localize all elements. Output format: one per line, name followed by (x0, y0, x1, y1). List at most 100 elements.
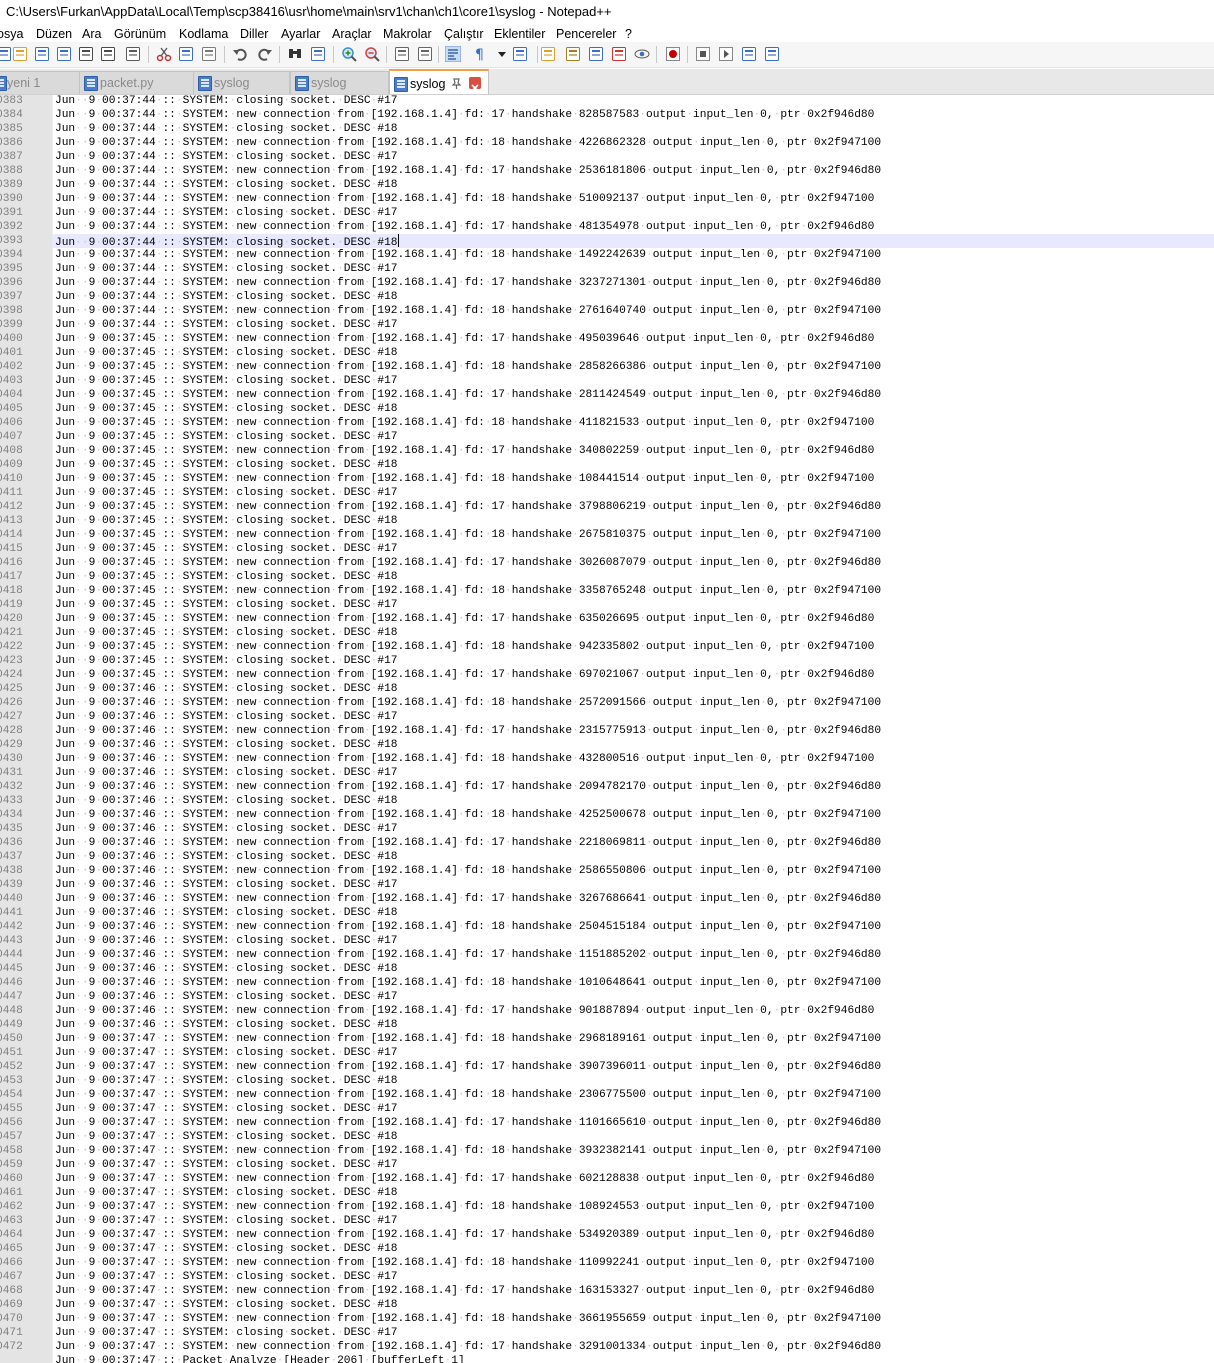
menu-item[interactable]: ? (625, 25, 632, 43)
editor-line[interactable]: 0444Jun··9·00:37:46·::·SYSTEM:·new·conne… (0, 948, 1214, 962)
editor-line[interactable]: 0405Jun··9·00:37:45·::·SYSTEM:·closing·s… (0, 402, 1214, 416)
menu-item[interactable]: Eklentiler (494, 25, 545, 43)
editor-line[interactable]: 0462Jun··9·00:37:47·::·SYSTEM:·new·conne… (0, 1200, 1214, 1214)
editor-line[interactable]: 0424Jun··9·00:37:45·::·SYSTEM:·new·conne… (0, 668, 1214, 682)
editor-line[interactable]: 0385Jun··9·00:37:44·::·SYSTEM:·closing·s… (0, 122, 1214, 136)
editor-line[interactable]: 0409Jun··9·00:37:45·::·SYSTEM:·closing·s… (0, 458, 1214, 472)
menu-item[interactable]: Görünüm (114, 25, 166, 43)
editor-line[interactable]: 0403Jun··9·00:37:45·::·SYSTEM:·closing·s… (0, 374, 1214, 388)
menu-item[interactable]: Pencereler (556, 25, 616, 43)
editor-line[interactable]: 0447Jun··9·00:37:46·::·SYSTEM:·closing·s… (0, 990, 1214, 1004)
monitor-icon[interactable] (634, 46, 650, 62)
editor-line[interactable]: 0472Jun··9·00:37:47·::·SYSTEM:·new·conne… (0, 1340, 1214, 1354)
zoom-out-icon[interactable] (364, 46, 380, 62)
editor-line[interactable]: 0425Jun··9·00:37:46·::·SYSTEM:·closing·s… (0, 682, 1214, 696)
menu-item[interactable]: Makrolar (383, 25, 432, 43)
editor-line[interactable]: 0404Jun··9·00:37:45·::·SYSTEM:·new·conne… (0, 388, 1214, 402)
tab-4[interactable]: syslog (290, 71, 389, 94)
editor-line[interactable]: 0400Jun··9·00:37:45·::·SYSTEM:·new·conne… (0, 332, 1214, 346)
cut-icon[interactable] (156, 46, 172, 62)
editor-line[interactable]: 0414Jun··9·00:37:45·::·SYSTEM:·new·conne… (0, 528, 1214, 542)
editor-line[interactable]: 0436Jun··9·00:37:46·::·SYSTEM:·new·conne… (0, 836, 1214, 850)
editor-line[interactable]: 0394Jun··9·00:37:44·::·SYSTEM:·new·conne… (0, 248, 1214, 262)
stop-macro-icon[interactable] (695, 46, 711, 62)
editor-line[interactable]: 0448Jun··9·00:37:46·::·SYSTEM:·new·conne… (0, 1004, 1214, 1018)
editor-line[interactable]: 0465Jun··9·00:37:47·::·SYSTEM:·closing·s… (0, 1242, 1214, 1256)
editor-line[interactable]: 0458Jun··9·00:37:47·::·SYSTEM:·new·conne… (0, 1144, 1214, 1158)
editor-line[interactable]: 0443Jun··9·00:37:46·::·SYSTEM:·closing·s… (0, 934, 1214, 948)
editor-line[interactable]: 0407Jun··9·00:37:45·::·SYSTEM:·closing·s… (0, 430, 1214, 444)
menu-item[interactable]: Ara (82, 25, 101, 43)
menu-item[interactable]: osya (0, 25, 23, 43)
editor-line[interactable]: 0430Jun··9·00:37:46·::·SYSTEM:·new·conne… (0, 752, 1214, 766)
function-list-icon[interactable] (588, 46, 604, 62)
editor-line[interactable]: 0423Jun··9·00:37:45·::·SYSTEM:·closing·s… (0, 654, 1214, 668)
editor[interactable]: 0383Jun··9·00:37:44·::·SYSTEM:·closing·s… (0, 95, 1214, 1363)
editor-line[interactable]: 0391Jun··9·00:37:44·::·SYSTEM:·closing·s… (0, 206, 1214, 220)
editor-line[interactable]: 0434Jun··9·00:37:46·::·SYSTEM:·new·conne… (0, 808, 1214, 822)
editor-line-partial[interactable]: Jun··9·00:37:47·::·Packet·Analyze·[Heade… (0, 1354, 1214, 1363)
close-all-icon[interactable] (100, 46, 116, 62)
editor-line[interactable]: 0387Jun··9·00:37:44·::·SYSTEM:·closing·s… (0, 150, 1214, 164)
map-icon[interactable] (565, 46, 581, 62)
play-macro-icon[interactable] (718, 46, 734, 62)
editor-line[interactable]: 0410Jun··9·00:37:45·::·SYSTEM:·new·conne… (0, 472, 1214, 486)
editor-line[interactable]: 0426Jun··9·00:37:46·::·SYSTEM:·new·conne… (0, 696, 1214, 710)
print-icon[interactable] (125, 46, 141, 62)
tab-5[interactable]: syslog (389, 69, 489, 94)
editor-line[interactable]: 0437Jun··9·00:37:46·::·SYSTEM:·closing·s… (0, 850, 1214, 864)
editor-line[interactable]: 0397Jun··9·00:37:44·::·SYSTEM:·closing·s… (0, 290, 1214, 304)
editor-line[interactable]: 0433Jun··9·00:37:46·::·SYSTEM:·closing·s… (0, 794, 1214, 808)
undo-icon[interactable] (232, 46, 248, 62)
sync-v-icon[interactable] (394, 46, 410, 62)
editor-line[interactable]: 0389Jun··9·00:37:44·::·SYSTEM:·closing·s… (0, 178, 1214, 192)
editor-line[interactable]: 0460Jun··9·00:37:47·::·SYSTEM:·new·conne… (0, 1172, 1214, 1186)
editor-line[interactable]: 0451Jun··9·00:37:47·::·SYSTEM:·closing·s… (0, 1046, 1214, 1060)
menu-item[interactable]: Diller (240, 25, 268, 43)
editor-line[interactable]: 0440Jun··9·00:37:46·::·SYSTEM:·new·conne… (0, 892, 1214, 906)
editor-line[interactable]: 0415Jun··9·00:37:45·::·SYSTEM:·closing·s… (0, 542, 1214, 556)
editor-line[interactable]: 0463Jun··9·00:37:47·::·SYSTEM:·closing·s… (0, 1214, 1214, 1228)
editor-line[interactable]: 0429Jun··9·00:37:46·::·SYSTEM:·closing·s… (0, 738, 1214, 752)
editor-line[interactable]: 0413Jun··9·00:37:45·::·SYSTEM:·closing·s… (0, 514, 1214, 528)
editor-line[interactable]: 0386Jun··9·00:37:44·::·SYSTEM:·new·conne… (0, 136, 1214, 150)
save-icon[interactable] (34, 46, 50, 62)
editor-line[interactable]: 0435Jun··9·00:37:46·::·SYSTEM:·closing·s… (0, 822, 1214, 836)
editor-line[interactable]: 0454Jun··9·00:37:47·::·SYSTEM:·new·conne… (0, 1088, 1214, 1102)
editor-line[interactable]: 0418Jun··9·00:37:45·::·SYSTEM:·new·conne… (0, 584, 1214, 598)
dropdown-icon[interactable] (494, 46, 510, 62)
editor-line[interactable]: 0438Jun··9·00:37:46·::·SYSTEM:·new·conne… (0, 864, 1214, 878)
editor-line[interactable]: 0452Jun··9·00:37:47·::·SYSTEM:·new·conne… (0, 1060, 1214, 1074)
editor-line[interactable]: 0453Jun··9·00:37:47·::·SYSTEM:·closing·s… (0, 1074, 1214, 1088)
indent-guide-icon[interactable] (512, 46, 528, 62)
editor-line[interactable]: 0450Jun··9·00:37:47·::·SYSTEM:·new·conne… (0, 1032, 1214, 1046)
udl-icon[interactable] (540, 46, 556, 62)
editor-line[interactable]: 0422Jun··9·00:37:45·::·SYSTEM:·new·conne… (0, 640, 1214, 654)
editor-line[interactable]: 0456Jun··9·00:37:47·::·SYSTEM:·new·conne… (0, 1116, 1214, 1130)
zoom-in-icon[interactable] (341, 46, 357, 62)
paste-icon[interactable] (201, 46, 217, 62)
editor-line[interactable]: 0392Jun··9·00:37:44·::·SYSTEM:·new·conne… (0, 220, 1214, 234)
record-macro-icon[interactable] (665, 46, 681, 62)
editor-line[interactable]: 0461Jun··9·00:37:47·::·SYSTEM:·closing·s… (0, 1186, 1214, 1200)
tab-3[interactable]: syslog (193, 71, 290, 94)
editor-line[interactable]: 0431Jun··9·00:37:46·::·SYSTEM:·closing·s… (0, 766, 1214, 780)
editor-line[interactable]: 0464Jun··9·00:37:47·::·SYSTEM:·new·conne… (0, 1228, 1214, 1242)
editor-line[interactable]: 0432Jun··9·00:37:46·::·SYSTEM:·new·conne… (0, 780, 1214, 794)
open-file-icon[interactable] (12, 46, 28, 62)
editor-line[interactable]: 0412Jun··9·00:37:45·::·SYSTEM:·new·conne… (0, 500, 1214, 514)
editor-line[interactable]: 0470Jun··9·00:37:47·::·SYSTEM:·new·conne… (0, 1312, 1214, 1326)
editor-line[interactable]: 0446Jun··9·00:37:46·::·SYSTEM:·new·conne… (0, 976, 1214, 990)
editor-line[interactable]: 0401Jun··9·00:37:45·::·SYSTEM:·closing·s… (0, 346, 1214, 360)
editor-line[interactable]: 0471Jun··9·00:37:47·::·SYSTEM:·closing·s… (0, 1326, 1214, 1340)
editor-line[interactable]: 0421Jun··9·00:37:45·::·SYSTEM:·closing·s… (0, 626, 1214, 640)
find-icon[interactable] (287, 46, 303, 62)
new-file-icon[interactable] (0, 46, 12, 62)
save-all-icon[interactable] (56, 46, 72, 62)
show-all-chars-icon[interactable]: ¶ (472, 46, 488, 63)
menu-item[interactable]: Kodlama (179, 25, 228, 43)
wrap-icon[interactable] (444, 45, 462, 63)
editor-line[interactable]: 0468Jun··9·00:37:47·::·SYSTEM:·new·conne… (0, 1284, 1214, 1298)
editor-line[interactable]: 0455Jun··9·00:37:47·::·SYSTEM:·closing·s… (0, 1102, 1214, 1116)
editor-line[interactable]: 0457Jun··9·00:37:47·::·SYSTEM:·closing·s… (0, 1130, 1214, 1144)
